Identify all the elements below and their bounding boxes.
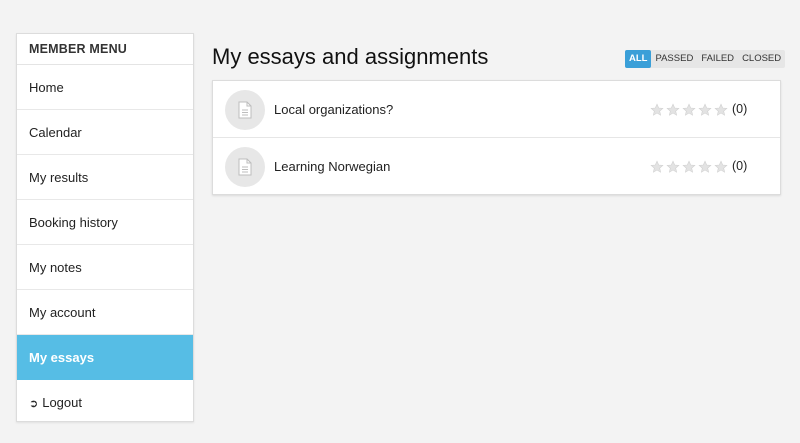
star-icon[interactable] <box>682 159 696 174</box>
filter-failed[interactable]: FAILED <box>697 50 738 68</box>
star-icon[interactable] <box>666 102 680 117</box>
menu-item-home[interactable]: Home <box>17 65 193 110</box>
essay-title[interactable]: Local organizations? <box>274 81 393 138</box>
filter-all[interactable]: ALL <box>625 50 652 68</box>
star-icon[interactable] <box>650 159 664 174</box>
star-rating[interactable]: (0) <box>650 138 747 195</box>
star-icon[interactable] <box>650 102 664 117</box>
page-title: My essays and assignments <box>212 44 489 69</box>
essay-row[interactable]: Local organizations? (0) <box>213 81 780 138</box>
star-icon[interactable] <box>698 102 712 117</box>
star-icon[interactable] <box>698 159 712 174</box>
logout-label: Logout <box>42 395 82 410</box>
page: MEMBER MENU Home Calendar My results Boo… <box>0 0 800 443</box>
essay-list: Local organizations? (0) Learning Norweg… <box>212 80 781 195</box>
filter-passed[interactable]: PASSED <box>651 50 697 68</box>
star-icon[interactable] <box>714 159 728 174</box>
document-icon <box>225 90 265 130</box>
menu-item-my-notes[interactable]: My notes <box>17 245 193 290</box>
logout-icon: ➲ <box>29 398 39 410</box>
menu-item-logout[interactable]: ➲ Logout <box>17 380 193 425</box>
star-icon[interactable] <box>666 159 680 174</box>
member-menu-header: MEMBER MENU <box>17 34 193 65</box>
menu-item-my-results[interactable]: My results <box>17 155 193 200</box>
star-icon[interactable] <box>714 102 728 117</box>
star-icon[interactable] <box>682 102 696 117</box>
member-menu: MEMBER MENU Home Calendar My results Boo… <box>16 33 194 422</box>
essay-row[interactable]: Learning Norwegian (0) <box>213 138 780 194</box>
menu-item-calendar[interactable]: Calendar <box>17 110 193 155</box>
star-rating[interactable]: (0) <box>650 81 747 138</box>
rating-count: (0) <box>732 159 748 173</box>
essay-title[interactable]: Learning Norwegian <box>274 138 390 195</box>
menu-item-my-essays[interactable]: My essays <box>17 335 193 380</box>
menu-item-booking-history[interactable]: Booking history <box>17 200 193 245</box>
essay-filter-group: ALL PASSED FAILED CLOSED <box>625 50 786 68</box>
filter-closed[interactable]: CLOSED <box>738 50 785 68</box>
document-icon <box>225 147 265 187</box>
rating-count: (0) <box>732 102 748 116</box>
menu-item-my-account[interactable]: My account <box>17 290 193 335</box>
